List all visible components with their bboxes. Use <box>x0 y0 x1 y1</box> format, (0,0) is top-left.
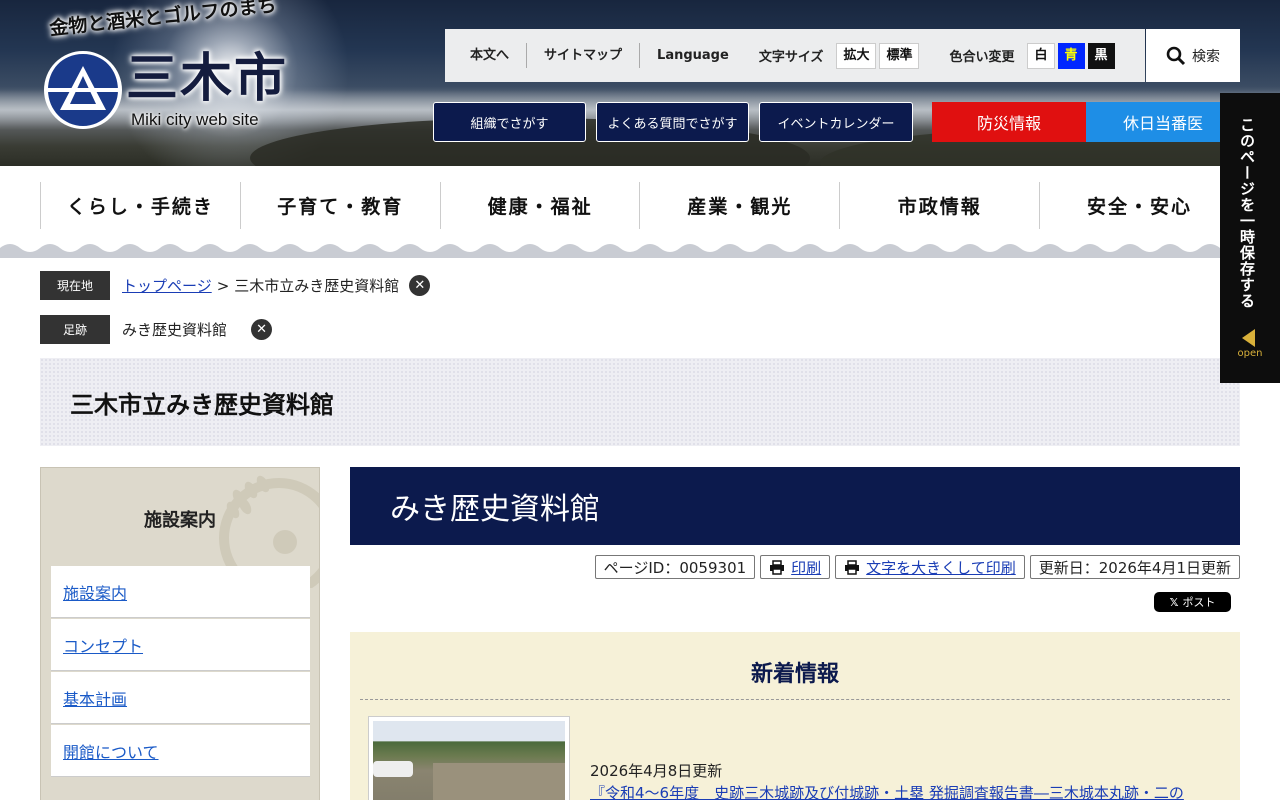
nav-anzen[interactable]: 安全・安心 <box>1039 182 1240 229</box>
search-label: 検索 <box>1192 48 1220 65</box>
search-button[interactable]: 検索 <box>1146 29 1240 82</box>
sidebar: 施設案内 施設案内 コンセプト 基本計画 開館について <box>40 467 320 800</box>
news-link[interactable]: 『令和4～6年度 史跡三木城跡及び付城跡・土塁 発掘調査報告書―三木城本丸跡・二… <box>590 782 1184 800</box>
language-link[interactable]: Language <box>639 43 746 68</box>
search-by-organization-button[interactable]: 組織でさがす <box>433 102 586 142</box>
news-divider <box>360 699 1230 700</box>
page-title: 三木市立みき歴史資料館 <box>70 390 334 419</box>
event-calendar-button[interactable]: イベントカレンダー <box>759 102 913 142</box>
color-black-button[interactable]: 黒 <box>1087 42 1115 69</box>
city-emblem-icon <box>44 51 122 129</box>
page-id: ページID：0059301 <box>594 555 756 579</box>
excavation-photo <box>373 721 565 800</box>
open-label: open <box>1237 348 1263 359</box>
breadcrumb-remove-icon[interactable]: ✕ <box>409 275 431 296</box>
news-title: 新着情報 <box>750 662 839 687</box>
print-link[interactable]: 印刷 <box>791 557 821 578</box>
sidebar-link[interactable]: 施設案内 <box>63 580 127 604</box>
font-size-controls: 文字サイズ 拡大 標準 <box>758 42 923 69</box>
site-name: 三木市 <box>126 48 289 109</box>
printer-icon <box>845 559 860 575</box>
nav-kosodate[interactable]: 子育て・教育 <box>239 182 440 229</box>
open-arrow-icon <box>1242 329 1255 347</box>
print-large-link[interactable]: 文字を大きくして印刷 <box>866 557 1016 578</box>
print-large-button[interactable]: 文字を大きくして印刷 <box>835 555 1025 579</box>
search-icon <box>1166 46 1186 65</box>
sidebar-item-shisetsu: 施設案内 <box>51 566 310 618</box>
sidebar-item-concept: コンセプト <box>51 619 310 671</box>
history-label: 足跡 <box>40 315 110 344</box>
history-trail: 足跡 みき歴史資料館 ✕ <box>40 315 273 344</box>
history-remove-icon[interactable]: ✕ <box>251 319 273 340</box>
printer-icon <box>770 559 785 575</box>
news-date: 2026年4月8日更新 <box>590 762 723 780</box>
nav-kurashi[interactable]: くらし・手続き <box>40 182 240 229</box>
faq-search-button[interactable]: よくある質問でさがす <box>596 102 749 142</box>
news-section: 新着情報 2026年4月8日更新 『令和4～6年度 史跡三木城跡及び付城跡・土塁… <box>350 632 1240 800</box>
font-enlarge-button[interactable]: 拡大 <box>836 42 877 69</box>
news-thumbnail[interactable] <box>368 716 570 800</box>
color-controls: 色合い変更 白 青 黒 <box>949 42 1117 69</box>
holiday-doctor-button[interactable]: 休日当番医 <box>1086 102 1240 142</box>
breadcrumb-current: 三木市立みき歴史資料館 <box>234 277 400 295</box>
x-post-label: ポスト <box>1182 596 1216 609</box>
breadcrumb-home-link[interactable]: トップページ <box>122 275 212 296</box>
save-page-tab[interactable]: このページを一時保存する open <box>1220 93 1280 383</box>
sidebar-link[interactable]: 開館について <box>63 739 159 763</box>
nav-kenko[interactable]: 健康・福祉 <box>439 182 640 229</box>
history-item: みき歴史資料館 <box>122 321 228 339</box>
font-standard-button[interactable]: 標準 <box>879 42 920 69</box>
breadcrumb: 現在地 トップページ > 三木市立みき歴史資料館 ✕ <box>40 271 431 300</box>
main-heading-bar: みき歴史資料館 <box>350 467 1240 545</box>
updated-date: 更新日：2026年4月1日更新 <box>1029 555 1240 579</box>
breadcrumb-separator: > <box>216 276 230 295</box>
font-size-label: 文字サイズ <box>758 50 824 65</box>
sidebar-item-plan: 基本計画 <box>51 672 310 724</box>
skip-to-content-link[interactable]: 本文へ <box>445 43 526 68</box>
print-button[interactable]: 印刷 <box>760 555 831 579</box>
wave-divider <box>0 244 1280 258</box>
global-nav: くらし・手続き 子育て・教育 健康・福祉 産業・観光 市政情報 安全・安心 <box>40 182 1240 229</box>
sidebar-link[interactable]: コンセプト <box>63 633 143 657</box>
nav-shisei[interactable]: 市政情報 <box>839 182 1039 229</box>
site-logo[interactable]: 金物と酒米とゴルフのまち 三木市 Miki city web site <box>38 0 298 139</box>
color-white-button[interactable]: 白 <box>1027 42 1055 69</box>
x-post-button[interactable]: 𝕏 ポスト <box>1154 592 1231 612</box>
main-heading: みき歴史資料館 <box>390 492 600 527</box>
nav-sangyo[interactable]: 産業・観光 <box>639 182 839 229</box>
color-label: 色合い変更 <box>949 50 1015 65</box>
sidebar-title: 施設案内 <box>144 510 216 531</box>
sidebar-menu: 施設案内 コンセプト 基本計画 開館について <box>51 566 310 778</box>
sidebar-link[interactable]: 基本計画 <box>63 686 127 710</box>
site-name-en: Miki city web site <box>131 110 259 129</box>
sidebar-item-opening: 開館について <box>51 725 310 777</box>
disaster-info-button[interactable]: 防災情報 <box>932 102 1086 142</box>
x-logo-icon: 𝕏 <box>1169 595 1179 609</box>
utility-toolbar: 本文へ サイトマップ Language 文字サイズ 拡大 標準 色合い変更 白 … <box>445 29 1145 82</box>
color-blue-button[interactable]: 青 <box>1057 42 1085 69</box>
save-page-label: このページを一時保存する <box>1238 117 1256 309</box>
breadcrumb-label: 現在地 <box>40 271 110 300</box>
sitemap-link[interactable]: サイトマップ <box>526 43 639 68</box>
page-title-bar: 三木市立みき歴史資料館 <box>40 358 1240 446</box>
page-meta: ページID：0059301 印刷 文字を大きくして印刷 更新日：2026年4月1… <box>594 555 1240 579</box>
